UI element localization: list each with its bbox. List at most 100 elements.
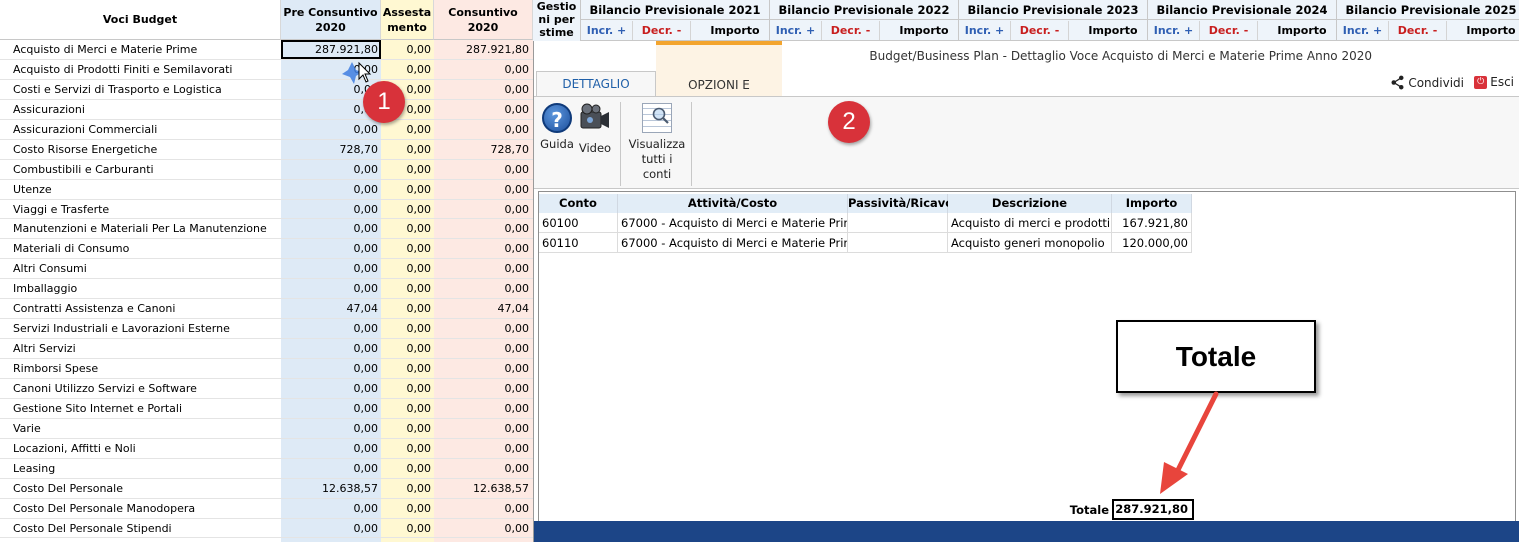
budget-cell-pre[interactable]: 0,00 bbox=[281, 279, 379, 298]
budget-row[interactable]: Canoni Utilizzo Servizi e Software 0,00 0,… bbox=[0, 379, 533, 399]
decr-header[interactable]: Decr. - bbox=[1011, 21, 1069, 40]
budget-cell-pre[interactable]: 287.921,80 bbox=[281, 40, 381, 59]
budget-row[interactable]: Acquisto di Merci e Materie Prime 287.921… bbox=[0, 40, 533, 60]
budget-cell-con[interactable]: 0,00 bbox=[434, 339, 530, 358]
budget-row[interactable]: Contratti Assistenza e Canoni 47,04 0,00 47… bbox=[0, 299, 533, 320]
budget-cell-pre[interactable]: 0,00 bbox=[281, 319, 379, 338]
budget-cell-pre[interactable]: 0,00 bbox=[281, 239, 379, 258]
budget-cell-ass[interactable]: 0,00 bbox=[381, 339, 432, 358]
header-gestioni-per-stime[interactable]: Gestio ni per stime bbox=[533, 0, 581, 41]
budget-cell-con[interactable]: 47,04 bbox=[434, 299, 530, 318]
budget-cell-ass[interactable]: 0,00 bbox=[381, 140, 432, 159]
budget-cell-con[interactable]: 0,00 bbox=[434, 219, 530, 238]
exit-button[interactable]: ⏻ Esci bbox=[1474, 75, 1514, 89]
detail-cell-descrizione[interactable]: Acquisto di merci e prodotti bbox=[948, 213, 1112, 233]
budget-cell-ass[interactable]: 0,00 bbox=[381, 419, 432, 438]
budget-cell-con[interactable]: 728,70 bbox=[434, 140, 530, 159]
col-header-importo[interactable]: Importo bbox=[1112, 194, 1192, 213]
detail-cell-descrizione[interactable]: Acquisto generi monopolio bbox=[948, 233, 1112, 253]
budget-cell-ass[interactable]: 0,00 bbox=[381, 60, 432, 79]
incr-header[interactable]: Incr. + bbox=[770, 21, 822, 40]
budget-cell-ass[interactable]: 0,00 bbox=[381, 399, 432, 418]
share-button[interactable]: Condividi bbox=[1390, 75, 1464, 90]
budget-cell-pre[interactable]: 0,00 bbox=[281, 419, 379, 438]
budget-cell-ass[interactable]: 0,00 bbox=[381, 40, 432, 59]
budget-row[interactable]: Acquisto di Prodotti Finiti e Semilavora… bbox=[0, 60, 533, 80]
detail-cell-conto[interactable]: 60100 bbox=[539, 213, 618, 233]
year-title[interactable]: Bilancio Previsionale 2023 bbox=[959, 0, 1147, 20]
budget-cell-con[interactable]: 12.638,57 bbox=[434, 479, 529, 498]
budget-row[interactable]: Combustibili e Carburanti 0,00 0,00 0,00 bbox=[0, 160, 533, 180]
decr-header[interactable]: Decr. - bbox=[633, 21, 691, 40]
budget-cell-pre[interactable]: 12.638,57 bbox=[281, 479, 378, 498]
budget-row[interactable]: Gestione Sito Internet e Portali 0,00 0,00… bbox=[0, 399, 533, 419]
detail-cell-passivita[interactable] bbox=[848, 233, 948, 253]
budget-row[interactable]: Altri Servizi 0,00 0,00 0,00 bbox=[0, 339, 533, 359]
budget-cell-con[interactable]: 0,00 bbox=[434, 259, 530, 278]
budget-cell-pre[interactable]: 728,70 bbox=[281, 140, 379, 159]
budget-cell-con[interactable]: 0,00 bbox=[434, 239, 530, 258]
budget-row[interactable]: Viaggi e Trasferte 0,00 0,00 0,00 bbox=[0, 200, 533, 220]
budget-cell-ass[interactable]: 0,00 bbox=[381, 259, 432, 278]
budget-cell-con[interactable]: 0,00 bbox=[434, 379, 530, 398]
decr-header[interactable]: Decr. - bbox=[822, 21, 880, 40]
budget-cell-pre[interactable]: 0,00 bbox=[281, 499, 379, 518]
budget-cell-ass[interactable]: 0,00 bbox=[381, 279, 432, 298]
budget-cell-con[interactable]: 0,00 bbox=[434, 439, 530, 458]
budget-row[interactable]: Manutenzioni e Materiali Per La Manutenz… bbox=[0, 219, 533, 240]
budget-cell-con[interactable]: 0,00 bbox=[434, 419, 530, 438]
budget-cell-pre[interactable]: 0,00 bbox=[281, 160, 379, 179]
tab-dettaglio-voce[interactable]: DETTAGLIO VOCE bbox=[536, 71, 656, 116]
budget-row[interactable]: Servizi Industriali e Lavorazioni Estern… bbox=[0, 319, 533, 340]
col-header-conto[interactable]: Conto bbox=[539, 194, 618, 213]
budget-cell-ass[interactable]: 0,00 bbox=[381, 160, 432, 179]
budget-row[interactable]: Assicurazioni0,000,000,00 bbox=[0, 100, 533, 120]
budget-row[interactable]: Rimborsi Spese 0,00 0,00 0,00 bbox=[0, 359, 533, 379]
budget-cell-pre[interactable]: 0,00 bbox=[281, 439, 379, 458]
budget-cell-ass[interactable]: 0,00 bbox=[381, 180, 432, 199]
importo-header[interactable]: Importo bbox=[880, 21, 968, 40]
year-title[interactable]: Bilancio Previsionale 2025 bbox=[1337, 0, 1519, 20]
budget-cell-con[interactable]: 0,00 bbox=[434, 519, 530, 538]
budget-cell-con[interactable]: 0,00 bbox=[434, 160, 530, 179]
budget-row[interactable]: Costi e Servizi di Trasporto e Logistica… bbox=[0, 80, 533, 100]
header-assestamento[interactable]: Assesta mento bbox=[381, 0, 434, 40]
detail-cell-attivita[interactable]: 67000 - Acquisto di Merci e Materie Prim… bbox=[618, 213, 848, 233]
budget-cell-ass[interactable]: 0,00 bbox=[381, 319, 432, 338]
budget-cell-ass[interactable]: 0,00 bbox=[381, 239, 432, 258]
budget-cell-con[interactable]: 0,00 bbox=[434, 180, 530, 199]
importo-header[interactable]: Importo bbox=[1447, 21, 1519, 40]
budget-cell-con[interactable]: 0,00 bbox=[434, 200, 530, 219]
budget-cell-pre[interactable]: 0,00 bbox=[281, 399, 379, 418]
header-pre-consuntivo[interactable]: Pre Consuntivo 2020 bbox=[281, 0, 381, 40]
budget-cell-pre[interactable]: 0,00 bbox=[281, 359, 379, 378]
budget-cell-ass[interactable]: 0,00 bbox=[381, 219, 432, 238]
budget-row[interactable]: Assicurazioni Commerciali 0,00 0,00 0,00 bbox=[0, 120, 533, 140]
budget-cell-pre[interactable]: 0,00 bbox=[281, 459, 379, 478]
video-button[interactable]: Video bbox=[577, 103, 613, 156]
budget-cell-ass[interactable]: 0,00 bbox=[381, 200, 432, 219]
budget-row[interactable]: Locazioni, Affitti e Noli 0,00 0,00 0,00 bbox=[0, 439, 533, 459]
budget-cell-pre[interactable]: 0,00 bbox=[281, 379, 379, 398]
importo-header[interactable]: Importo bbox=[691, 21, 779, 40]
budget-cell-con[interactable]: 0,00 bbox=[434, 100, 530, 119]
guida-button[interactable]: ? Guida bbox=[540, 103, 574, 152]
budget-row[interactable]: Altri Consumi 0,00 0,00 0,00 bbox=[0, 259, 533, 280]
budget-row[interactable]: Costo Risorse Energetiche 728,70 0,00 728,7… bbox=[0, 140, 533, 160]
budget-row[interactable]: Costo Del Personale 12.638,57 0,00 12.638,5… bbox=[0, 479, 533, 499]
budget-cell-con[interactable]: 0,00 bbox=[434, 499, 530, 518]
budget-row[interactable]: Costo Del Personale Stipendi 0,00 0,00 0,00 bbox=[0, 519, 533, 539]
budget-cell-con[interactable]: 0,00 bbox=[434, 399, 530, 418]
budget-cell-pre[interactable]: 0,00 bbox=[281, 120, 379, 139]
budget-row[interactable]: Materiali di Consumo 0,00 0,00 0,00 bbox=[0, 239, 533, 260]
budget-cell-pre[interactable]: 0,00 bbox=[281, 219, 379, 238]
budget-cell-pre[interactable]: 0,00 bbox=[281, 339, 379, 358]
budget-cell-con[interactable]: 0,00 bbox=[434, 319, 530, 338]
budget-cell-ass[interactable]: 0,00 bbox=[381, 439, 432, 458]
col-header-descrizione[interactable]: Descrizione bbox=[948, 194, 1112, 213]
header-consuntivo[interactable]: Consuntivo 2020 bbox=[434, 0, 533, 40]
budget-cell-con[interactable]: 0,00 bbox=[434, 359, 530, 378]
detail-cell-importo[interactable]: 120.000,00 bbox=[1112, 233, 1192, 253]
col-header-passivita-ricavo[interactable]: Passività/Ricavo bbox=[848, 194, 953, 213]
budget-cell-con[interactable]: 0,00 bbox=[434, 459, 530, 478]
